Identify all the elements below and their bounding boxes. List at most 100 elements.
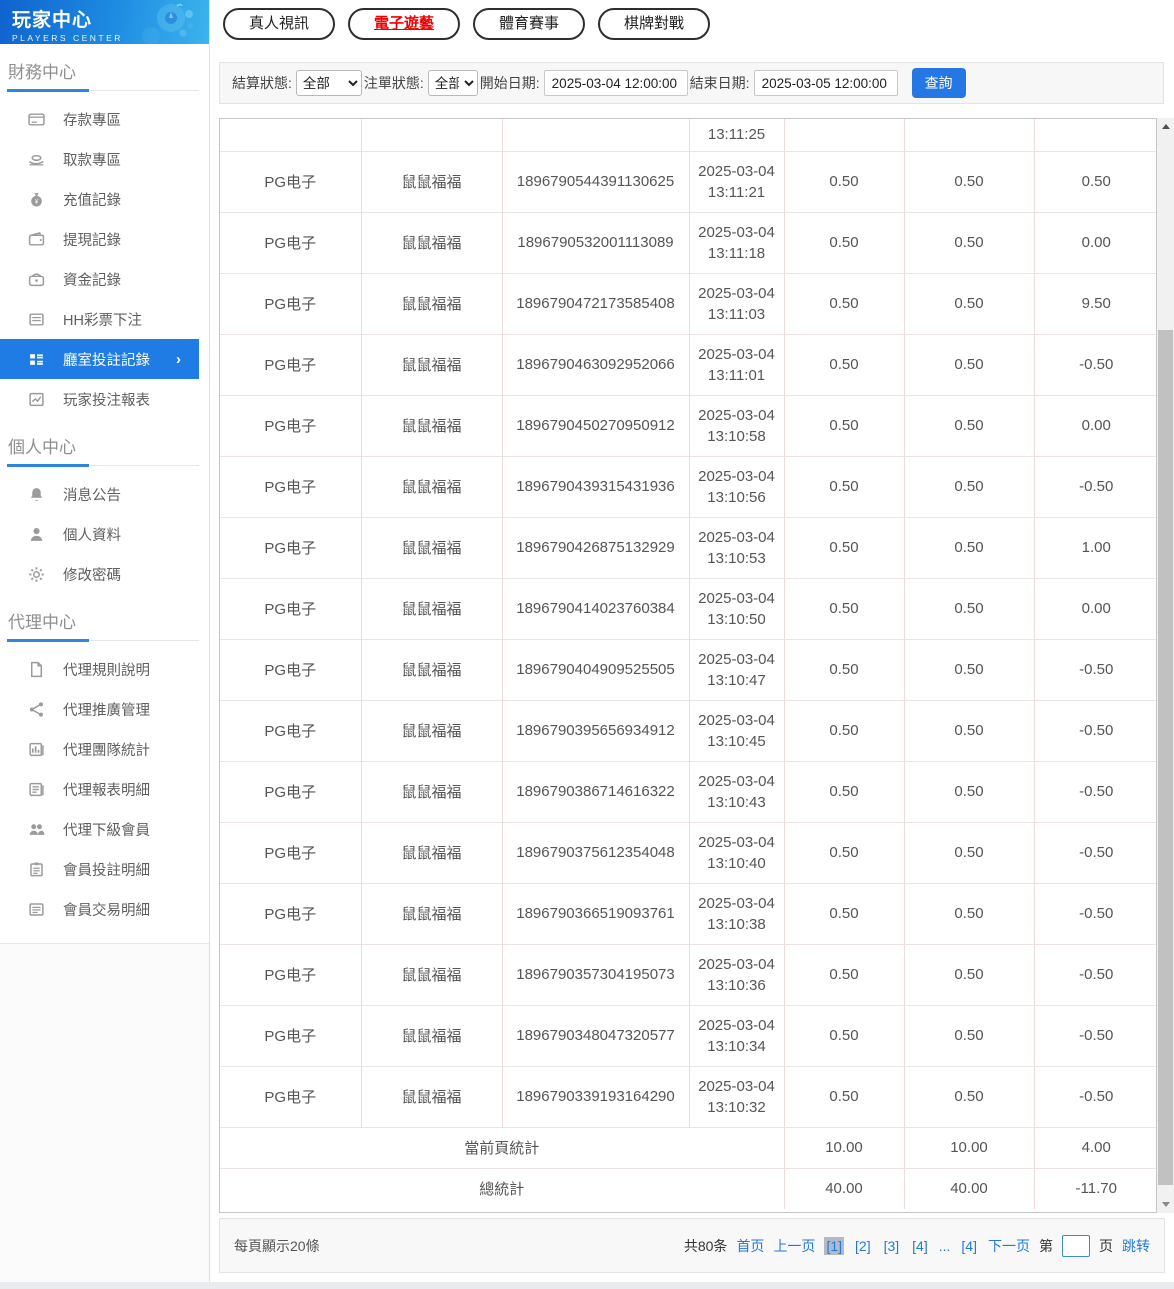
table-row[interactable]: PG电子 鼠鼠福福 1896790339193164290 2025-03-04 13:…: [220, 1066, 1156, 1128]
table-row[interactable]: PG电子 鼠鼠福福 1896790463092952066 2025-03-04 13:…: [220, 334, 1156, 396]
cell-time: 2025-03-04 13:10:45: [689, 700, 785, 762]
cell-valid-bet: 0.50: [904, 456, 1035, 518]
order-status-select[interactable]: 全部: [427, 70, 478, 96]
next-page-link[interactable]: 下一页: [988, 1236, 1030, 1256]
cell-vendor: PG电子: [220, 273, 362, 335]
user-icon: [28, 526, 45, 543]
cell-game: 鼠鼠福福: [361, 761, 503, 823]
cell-time: 2025-03-04 13:10:56: [689, 456, 785, 518]
sidebar-item-label: 玩家投注報表: [63, 392, 150, 409]
sidebar-item-存款專區[interactable]: 存款專區: [0, 99, 199, 139]
sidebar-item-代理規則說明[interactable]: 代理規則說明: [0, 649, 199, 689]
cell-valid-bet: 0.50: [904, 1005, 1035, 1067]
table-row[interactable]: PG电子 鼠鼠福福 1896790386714616322 2025-03-04 13:…: [220, 761, 1156, 823]
members-icon: [28, 821, 45, 838]
category-tab-電子遊藝[interactable]: 電子遊藝: [348, 8, 461, 40]
cell-time: 2025-03-04 13:10:40: [689, 822, 785, 884]
page-number-link[interactable]: [3]: [882, 1237, 902, 1255]
cell-game: 鼠鼠福福: [361, 639, 503, 701]
category-tab-棋牌對戰[interactable]: 棋牌對戰: [598, 8, 711, 40]
page-size-text: 每頁顯示20條: [234, 1237, 320, 1254]
deposit-card-icon: [28, 111, 45, 128]
table-scrollbar[interactable]: [1157, 118, 1174, 1213]
cell-game: 鼠鼠福福: [361, 883, 503, 945]
scrollbar-thumb[interactable]: [1158, 330, 1173, 1185]
cell-bet: 0.50: [784, 517, 905, 579]
page-number-link[interactable]: [4]: [959, 1237, 979, 1255]
sidebar-item-玩家投注報表[interactable]: 玩家投注報表: [0, 379, 199, 419]
sidebar-item-取款專區[interactable]: 取款專區: [0, 139, 199, 179]
sidebar-item-label: 個人資料: [63, 527, 121, 544]
sidebar-item-廳室投註記錄[interactable]: 廳室投註記錄 ›: [0, 339, 199, 379]
table-row[interactable]: PG电子 鼠鼠福福 1896790439315431936 2025-03-04 13:…: [220, 456, 1156, 518]
first-page-link[interactable]: 首页: [736, 1236, 764, 1256]
sidebar-item-資金記錄[interactable]: 資金記錄: [0, 259, 199, 299]
category-tab-真人視訊[interactable]: 真人視訊: [223, 8, 336, 40]
report-icon: [28, 391, 45, 408]
page-number-link[interactable]: [1]: [824, 1236, 845, 1255]
cell-vendor: PG电子: [220, 395, 362, 457]
cell-order-no: 1896790472173585408: [502, 273, 690, 335]
jump-prefix-label: 第: [1039, 1237, 1053, 1254]
sidebar-item-代理下級會員[interactable]: 代理下級會員: [0, 809, 199, 849]
sidebar-item-會員交易明細[interactable]: 會員交易明細: [0, 889, 199, 929]
scroll-up-arrow[interactable]: [1157, 118, 1174, 135]
cell-payoff: 1.00: [1034, 517, 1156, 579]
table-row[interactable]: PG电子 鼠鼠福福 1896790544391130625 2025-03-04 13:…: [220, 151, 1156, 213]
sidebar-item-label: 會員投註明細: [63, 862, 150, 879]
cell-game: 鼠鼠福福: [361, 151, 503, 213]
table-row[interactable]: PG电子 鼠鼠福福 1896790366519093761 2025-03-04 13:…: [220, 883, 1156, 945]
cell-empty: [502, 119, 690, 152]
sidebar-item-代理團隊統計[interactable]: 代理團隊統計: [0, 729, 199, 769]
cell-game: 鼠鼠福福: [361, 1005, 503, 1067]
jump-page-input[interactable]: [1062, 1234, 1090, 1257]
start-date-label: 開始日期:: [479, 75, 540, 91]
prev-page-link[interactable]: 上一页: [773, 1236, 815, 1256]
sidebar-item-充值記錄[interactable]: ¥ 充值記錄: [0, 179, 199, 219]
sidebar-item-代理推廣管理[interactable]: 代理推廣管理: [0, 689, 199, 729]
sidebar-item-修改密碼[interactable]: 修改密碼: [0, 554, 199, 594]
cell-payoff: -0.50: [1034, 761, 1156, 823]
cell-order-no: 1896790366519093761: [502, 883, 690, 945]
table-row[interactable]: PG电子 鼠鼠福福 1896790414023760384 2025-03-04 13:…: [220, 578, 1156, 640]
scroll-down-arrow[interactable]: [1157, 1196, 1174, 1213]
table-row[interactable]: PG电子 鼠鼠福福 1896790426875132929 2025-03-04 13:…: [220, 517, 1156, 579]
total-count-text: 共80条: [683, 1237, 728, 1254]
jump-button[interactable]: 跳转: [1122, 1236, 1150, 1256]
cell-valid-bet: 0.50: [904, 578, 1035, 640]
sidebar-item-代理報表明細[interactable]: 代理報表明細: [0, 769, 199, 809]
cell-vendor: PG电子: [220, 456, 362, 518]
sidebar-item-會員投註明細[interactable]: 會員投註明細: [0, 849, 199, 889]
end-date-label: 結束日期:: [689, 75, 750, 91]
cell-empty: [784, 119, 905, 152]
table-row[interactable]: PG电子 鼠鼠福福 1896790450270950912 2025-03-04 13:…: [220, 395, 1156, 457]
table-row[interactable]: PG电子 鼠鼠福福 1896790357304195073 2025-03-04 13:…: [220, 944, 1156, 1006]
page-number-link[interactable]: [4]: [910, 1237, 930, 1255]
table-row[interactable]: PG电子 鼠鼠福福 1896790395656934912 2025-03-04 13:…: [220, 700, 1156, 762]
filter-bar: 結算狀態: 全部 注單狀態: 全部 開始日期: 結束日期: 查詢: [219, 62, 1164, 104]
table-row[interactable]: PG电子 鼠鼠福福 1896790348047320577 2025-03-04 13:…: [220, 1005, 1156, 1067]
category-tab-體育賽事[interactable]: 體育賽事: [473, 8, 586, 40]
settle-status-select[interactable]: 全部: [295, 70, 362, 96]
cell-time: 2025-03-04 13:10:50: [689, 578, 785, 640]
sidebar-item-HH彩票下注[interactable]: HH彩票下注: [0, 299, 199, 339]
start-date-input[interactable]: [543, 70, 688, 96]
page-number-link[interactable]: [2]: [853, 1237, 873, 1255]
table-row[interactable]: PG电子 鼠鼠福福 1896790375612354048 2025-03-04 13:…: [220, 822, 1156, 884]
end-date-input[interactable]: [753, 70, 898, 96]
search-button[interactable]: 查詢: [911, 68, 966, 98]
cell-bet: 0.50: [784, 334, 905, 396]
table-row[interactable]: PG电子 鼠鼠福福 1896790404909525505 2025-03-04 13:…: [220, 639, 1156, 701]
sidebar-item-提現記錄[interactable]: 提現記錄: [0, 219, 199, 259]
sidebar-item-消息公告[interactable]: 消息公告: [0, 474, 199, 514]
table-row[interactable]: PG电子 鼠鼠福福 1896790532001113089 2025-03-04 13:…: [220, 212, 1156, 274]
cell-vendor: PG电子: [220, 151, 362, 213]
report-detail-icon: [28, 781, 45, 798]
section-underline: [7, 464, 199, 467]
table-row[interactable]: PG电子 鼠鼠福福 1896790472173585408 2025-03-04 13:…: [220, 273, 1156, 335]
cell-vendor: PG电子: [220, 639, 362, 701]
sidebar-item-label: 提現記錄: [63, 232, 121, 249]
gamepad-icon: [142, 3, 193, 44]
sidebar-item-label: 代理團隊統計: [63, 742, 150, 759]
sidebar-item-個人資料[interactable]: 個人資料: [0, 514, 199, 554]
